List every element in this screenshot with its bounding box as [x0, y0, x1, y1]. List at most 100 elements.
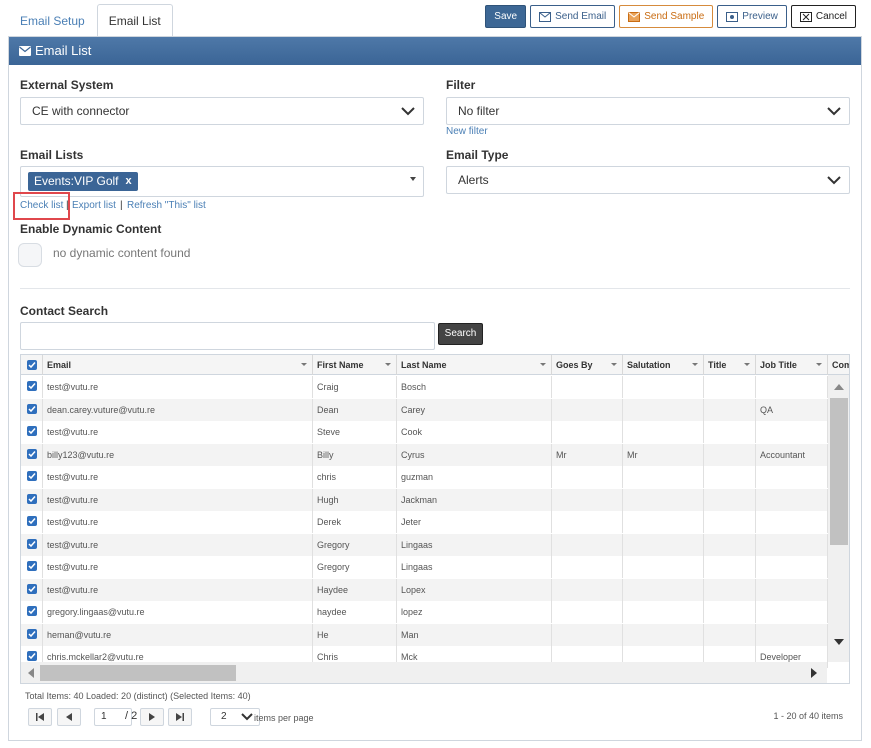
last-page-button[interactable]: [168, 708, 192, 726]
col-goes-by[interactable]: Goes By: [552, 355, 623, 375]
table-row[interactable]: test@vutu.re Derek Jeter: [21, 511, 828, 533]
row-checkbox[interactable]: [27, 628, 37, 639]
cell-first-name: Steve: [313, 421, 397, 443]
col-company[interactable]: Com: [828, 355, 849, 375]
check-list-link[interactable]: Check list: [20, 200, 63, 211]
vertical-scroll-thumb[interactable]: [830, 398, 848, 545]
export-list-link[interactable]: Export list: [72, 200, 116, 211]
cell-email: test@vutu.re: [43, 421, 313, 443]
row-checkbox[interactable]: [27, 471, 37, 481]
email-lists-multiselect[interactable]: Events:VIP Golf x: [20, 166, 424, 197]
row-select-cell: [21, 578, 43, 601]
cell-job-title: [756, 533, 828, 556]
external-system-select[interactable]: CE with connector: [20, 97, 424, 125]
horizontal-scrollbar[interactable]: [21, 662, 827, 683]
row-checkbox[interactable]: [27, 493, 37, 504]
horizontal-scroll-thumb[interactable]: [40, 665, 236, 681]
email-type-select[interactable]: Alerts: [446, 166, 850, 194]
table-row[interactable]: gregory.lingaas@vutu.re haydee lopez: [21, 601, 828, 623]
tab-email-list[interactable]: Email List: [96, 4, 173, 37]
cell-email: test@vutu.re: [43, 511, 313, 533]
search-button[interactable]: Search: [438, 323, 483, 345]
vertical-scrollbar[interactable]: [828, 375, 849, 662]
col-email[interactable]: Email: [43, 355, 313, 375]
send-email-button[interactable]: Send Email: [530, 5, 616, 28]
sort-icon: [385, 363, 391, 366]
cell-last-name: Lingaas: [397, 533, 552, 556]
table-row[interactable]: test@vutu.re Gregory Lingaas: [21, 556, 828, 578]
filter-value: No filter: [458, 104, 500, 118]
table-row[interactable]: test@vutu.re Hugh Jackman: [21, 488, 828, 511]
page-size-select[interactable]: 2: [210, 708, 260, 726]
row-checkbox[interactable]: [27, 606, 37, 616]
next-page-button[interactable]: [140, 708, 164, 726]
cell-email: test@vutu.re: [43, 466, 313, 488]
scroll-up-icon[interactable]: [834, 384, 844, 390]
col-job-title[interactable]: Job Title: [756, 355, 828, 375]
col-last-name[interactable]: Last Name: [397, 355, 552, 375]
row-select-cell: [21, 421, 43, 443]
external-system-value: CE with connector: [32, 104, 130, 118]
table-row[interactable]: test@vutu.re Steve Cook: [21, 421, 828, 443]
prev-page-button[interactable]: [57, 708, 81, 726]
row-checkbox[interactable]: [27, 651, 37, 661]
contact-search-input[interactable]: [20, 322, 435, 350]
remove-tag-icon[interactable]: x: [126, 172, 132, 191]
table-row[interactable]: test@vutu.re Gregory Lingaas: [21, 533, 828, 556]
col-title[interactable]: Title: [704, 355, 756, 375]
cancel-button[interactable]: Cancel: [790, 5, 856, 28]
cell-title: [704, 443, 756, 466]
save-label: Save: [494, 11, 518, 22]
select-all-checkbox[interactable]: [27, 360, 37, 370]
col-title-label: Title: [708, 360, 727, 370]
dynamic-content-toggle[interactable]: [18, 243, 42, 267]
send-sample-button[interactable]: Send Sample: [619, 5, 714, 28]
link-separator: |: [120, 200, 123, 211]
table-row[interactable]: test@vutu.re Craig Bosch: [21, 376, 828, 398]
preview-button[interactable]: Preview: [717, 5, 787, 28]
items-per-page-label: items per page: [254, 713, 314, 723]
row-checkbox[interactable]: [27, 426, 37, 436]
table-row[interactable]: test@vutu.re chris guzman: [21, 466, 828, 488]
table-row[interactable]: test@vutu.re Haydee Lopex: [21, 578, 828, 601]
scroll-right-icon[interactable]: [811, 668, 817, 678]
dynamic-content-note: no dynamic content found: [53, 246, 191, 260]
cell-last-name: Bosch: [397, 376, 552, 398]
row-checkbox[interactable]: [27, 538, 37, 549]
row-select-cell: [21, 556, 43, 578]
col-first-name[interactable]: First Name: [313, 355, 397, 375]
save-button[interactable]: Save: [485, 5, 527, 28]
row-checkbox[interactable]: [27, 516, 37, 526]
cell-first-name: Hugh: [313, 488, 397, 511]
row-checkbox[interactable]: [27, 381, 37, 391]
cell-email: heman@vutu.re: [43, 623, 313, 646]
cell-first-name: haydee: [313, 601, 397, 623]
col-salutation[interactable]: Salutation: [623, 355, 704, 375]
new-filter-link[interactable]: New filter: [446, 126, 488, 137]
cell-email: gregory.lingaas@vutu.re: [43, 601, 313, 623]
table-row[interactable]: billy123@vutu.re Billy Cyrus Mr Mr Accountant: [21, 443, 828, 466]
tab-email-setup[interactable]: Email Setup: [8, 4, 97, 36]
row-checkbox[interactable]: [27, 403, 37, 414]
cell-goes-by: [552, 376, 623, 398]
refresh-list-link[interactable]: Refresh "This" list: [127, 200, 206, 211]
caret-down-icon[interactable]: [410, 177, 416, 181]
scroll-left-icon[interactable]: [28, 668, 34, 678]
scroll-down-icon[interactable]: [834, 639, 844, 645]
col-salutation-label: Salutation: [627, 360, 671, 370]
filter-select[interactable]: No filter: [446, 97, 850, 125]
send-sample-label: Send Sample: [644, 11, 705, 22]
cell-salutation: [623, 556, 704, 578]
row-checkbox[interactable]: [27, 583, 37, 594]
cell-salutation: [623, 488, 704, 511]
row-checkbox[interactable]: [27, 448, 37, 459]
table-row[interactable]: dean.carey.vuture@vutu.re Dean Carey QA: [21, 398, 828, 421]
cell-salutation: [623, 578, 704, 601]
first-page-button[interactable]: [28, 708, 52, 726]
cell-goes-by: [552, 421, 623, 443]
external-system-label: External System: [20, 78, 114, 92]
row-checkbox[interactable]: [27, 561, 37, 571]
cell-email: test@vutu.re: [43, 556, 313, 578]
table-row[interactable]: heman@vutu.re He Man: [21, 623, 828, 646]
cell-email: test@vutu.re: [43, 488, 313, 511]
